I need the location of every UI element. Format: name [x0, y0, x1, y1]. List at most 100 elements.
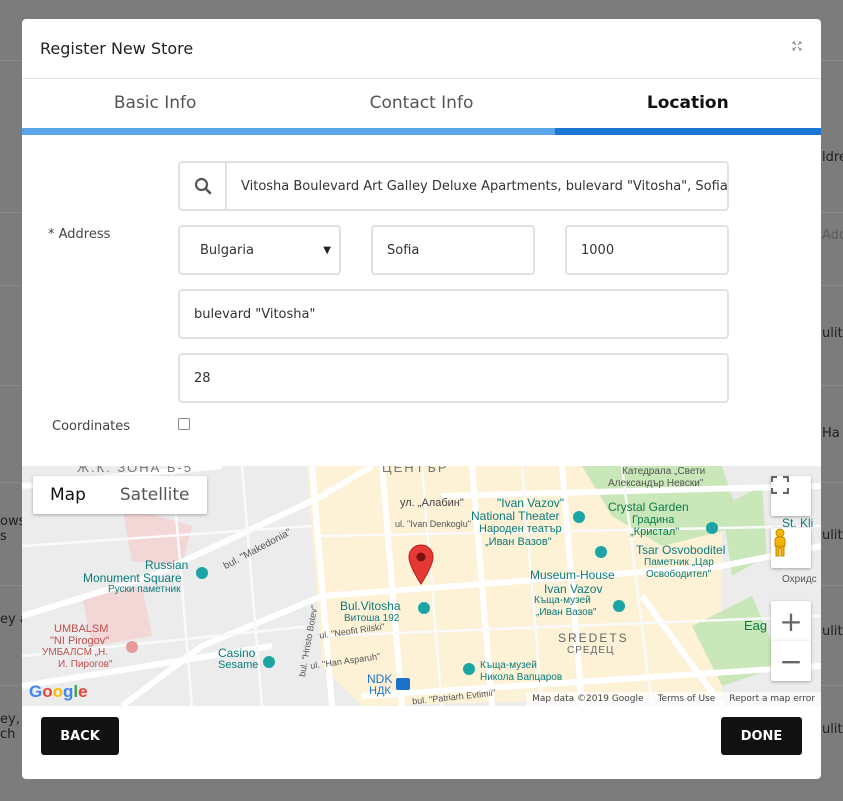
- map-label: ул. „Алабин": [400, 497, 464, 509]
- tab-label: Contact Info: [369, 93, 474, 113]
- tab-basic-info[interactable]: Basic Info: [22, 79, 289, 135]
- map-type-satellite[interactable]: Satellite: [103, 476, 207, 514]
- terms-link[interactable]: Terms of Use: [658, 694, 716, 704]
- country-value: Bulgaria: [200, 242, 254, 258]
- map-label: ЦЕНТЪР: [382, 466, 449, 475]
- bg-cell: ulit: [822, 624, 843, 639]
- tab-progress-bar: [554, 128, 821, 135]
- zoom-in-icon[interactable]: +: [771, 601, 811, 641]
- city-input[interactable]: Sofia: [371, 225, 535, 275]
- map-label: SREDETS: [558, 631, 629, 645]
- location-map[interactable]: Ж.К. ЗОНА Б-5 ЦЕНТЪР ул. „Алабин" ul. "I…: [22, 466, 821, 706]
- tab-progress-bar: [22, 128, 289, 135]
- google-logo: Google: [29, 682, 88, 701]
- street-input[interactable]: bulevard "Vitosha": [178, 289, 729, 339]
- map-label: Sesame: [218, 659, 259, 671]
- map-label: Ivan Vazov: [544, 582, 603, 596]
- map-label: Tsar Osvoboditel: [636, 543, 726, 557]
- map-label: NDK: [367, 672, 393, 686]
- museum-icon: [595, 546, 607, 558]
- bg-cell: ldre: [822, 150, 843, 165]
- map-label: СРЕДЕЦ: [567, 645, 615, 656]
- country-select[interactable]: Bulgaria ▼: [178, 225, 341, 275]
- bg-cell: На: [822, 426, 840, 441]
- map-label: Casino: [218, 646, 256, 660]
- address-label: * Address: [48, 227, 111, 242]
- map-label: Monument Square: [83, 571, 182, 585]
- back-button[interactable]: BACK: [41, 717, 119, 755]
- collapse-arrows-icon[interactable]: [791, 41, 803, 53]
- bg-cell: Addr: [822, 228, 843, 243]
- step-tabs: Basic Info Contact Info Location: [22, 79, 821, 136]
- report-error-link[interactable]: Report a map error: [729, 694, 815, 704]
- map-label: Russian: [145, 558, 189, 572]
- bg-cell: ulit: [822, 722, 843, 737]
- map-label: Катедрала „Свети: [622, 466, 706, 477]
- theater-icon: [573, 511, 585, 523]
- map-label: Bul.Vitosha: [340, 599, 401, 613]
- map-label: Museum-House: [530, 568, 615, 582]
- map-data-credit: Map data ©2019 Google: [532, 694, 644, 704]
- bg-cell: ulit: [822, 326, 843, 341]
- map-label: Охридс: [782, 574, 817, 585]
- bg-cell: ulit: [822, 528, 843, 543]
- map-label: Eag: [744, 618, 768, 633]
- zoom-out-icon[interactable]: −: [771, 641, 811, 681]
- casino-icon: [263, 656, 275, 668]
- street-view-pegman-icon[interactable]: [771, 528, 811, 568]
- location-marker-icon[interactable]: [408, 544, 434, 586]
- register-store-modal: Register New Store Basic Info Contact In…: [22, 19, 821, 779]
- map-label: Ж.К. ЗОНА Б-5: [77, 466, 193, 475]
- map-attribution: Map data ©2019 Google Terms of Use Repor…: [526, 692, 821, 706]
- bg-cell: ey,: [0, 712, 20, 727]
- map-label: "Ivan Vazov": [497, 496, 564, 510]
- tab-contact-info[interactable]: Contact Info: [288, 79, 555, 135]
- map-label: „Иван Вазов": [536, 607, 597, 618]
- address-search: Vitosha Boulevard Art Galley Deluxe Apar…: [178, 161, 729, 211]
- map-label: Къща-музей: [480, 660, 537, 671]
- map-label: Народен театър: [479, 523, 562, 535]
- tab-label: Location: [646, 93, 729, 113]
- modal-header: Register New Store: [22, 19, 821, 79]
- map-label: Къща-музей: [534, 595, 591, 606]
- coordinates-label: Coordinates: [52, 419, 131, 434]
- tab-label: Basic Info: [113, 93, 197, 113]
- done-button[interactable]: DONE: [721, 717, 802, 755]
- monument-icon: [196, 567, 208, 579]
- map-label: Александър Невски": [608, 478, 704, 489]
- map-type-control: Map Satellite: [33, 476, 207, 514]
- map-label: Руски паметник: [108, 584, 181, 595]
- shopping-icon: [418, 602, 430, 614]
- map-label: „Кристал": [630, 526, 680, 538]
- search-icon[interactable]: [180, 163, 227, 209]
- tab-location[interactable]: Location: [554, 79, 821, 135]
- park-icon: [706, 522, 718, 534]
- coordinates-checkbox[interactable]: [178, 418, 190, 430]
- map-label: National Theater: [471, 509, 560, 523]
- modal-footer: BACK DONE: [22, 706, 821, 779]
- map-label: И. Пирогов": [58, 659, 113, 670]
- map-label: УМБАЛСМ „Н.: [42, 647, 109, 658]
- fullscreen-icon[interactable]: [771, 476, 811, 516]
- metro-icon: [396, 678, 410, 690]
- map-label: ul. "Ivan Denkoglu": [395, 519, 471, 529]
- map-label: Градина: [632, 514, 675, 526]
- map-label: Освободител": [646, 569, 712, 580]
- map-label: Никола Вапцаров: [480, 672, 563, 683]
- museum-icon: [613, 600, 625, 612]
- map-label: Паметник „Цар: [644, 557, 714, 568]
- hospital-icon: [126, 641, 138, 653]
- bg-cell: ch: [0, 727, 16, 742]
- map-label: Crystal Garden: [608, 500, 689, 514]
- modal-title: Register New Store: [40, 39, 194, 58]
- street-number-input[interactable]: 28: [178, 353, 729, 403]
- map-label: НДК: [369, 685, 391, 697]
- map-label: "NI Pirogov": [50, 635, 110, 647]
- museum-icon: [463, 663, 475, 675]
- map-label: UMBALSM: [54, 623, 109, 635]
- map-type-map[interactable]: Map: [33, 476, 103, 514]
- address-search-input[interactable]: Vitosha Boulevard Art Galley Deluxe Apar…: [227, 163, 727, 209]
- postal-code-input[interactable]: 1000: [565, 225, 729, 275]
- dropdown-arrow-icon: ▼: [323, 244, 331, 256]
- location-form: * Address Vitosha Boulevard Art Galley D…: [22, 136, 821, 468]
